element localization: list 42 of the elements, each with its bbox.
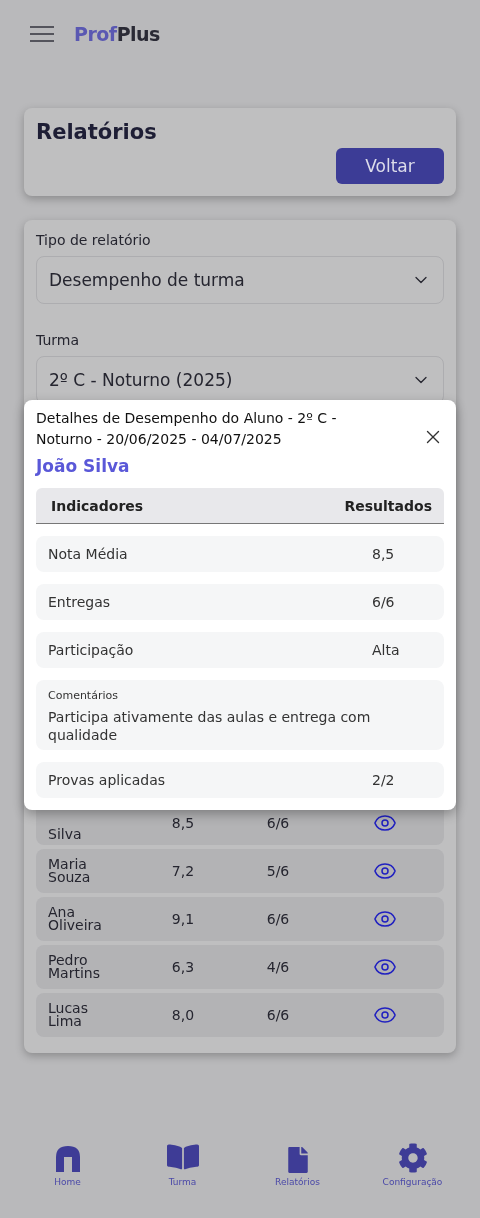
indicator-value: 2/2: [372, 772, 396, 788]
student-name: Silva: [48, 828, 83, 844]
student-name: Ana Oliveira: [48, 906, 103, 932]
grade-cell-text: 8,0: [170, 1007, 196, 1023]
gear-icon: [397, 1143, 428, 1173]
deliveries-cell-text: 4/6: [265, 959, 291, 975]
logo: ProfPlus: [74, 23, 160, 45]
grade-cell-text: 7,2: [170, 863, 196, 879]
indicator-value: 6/6: [372, 594, 396, 610]
student-name: João Silva: [36, 456, 131, 476]
comment-label: Comentários: [48, 689, 119, 702]
deliveries-cell-text: 6/6: [265, 1007, 291, 1023]
student-name: Maria Souza: [48, 858, 92, 884]
dialog-title: Detalhes de Desempenho do Aluno - 2º C - Noturno - 20/06/2025 - 04/07/2025: [36, 409, 338, 449]
deliveries-cell-text: 6/6: [265, 815, 291, 831]
indicator-label: Nota Média: [48, 546, 128, 562]
nav-item[interactable]: Configuração: [362, 1140, 463, 1188]
deliveries-cell-text: 5/6: [265, 863, 291, 879]
indicator-label: Entregas: [48, 594, 111, 610]
column-header: Indicadores: [51, 497, 144, 514]
indicator-label: Participação: [48, 642, 134, 658]
back-button[interactable]: Voltar: [336, 148, 444, 184]
menu-icon[interactable]: [30, 26, 54, 42]
student-name: Pedro Martins: [48, 954, 101, 980]
grade-cell-text: 6,3: [170, 959, 196, 975]
nav-item[interactable]: Relatórios: [247, 1140, 348, 1188]
comment-text: Participa ativamente das aulas e entrega com qualidade: [48, 708, 372, 744]
indicator-value: 8,5: [372, 546, 396, 562]
grade-cell-text: 9,1: [170, 911, 196, 927]
home-icon: [54, 1145, 81, 1173]
indicator-value: Alta: [372, 642, 401, 658]
student-name: Lucas Lima: [48, 1002, 89, 1028]
page-title: Relatórios: [36, 120, 158, 144]
grade-cell-text: 8,5: [170, 815, 196, 831]
column-header: Resultados: [344, 497, 432, 514]
select-field[interactable]: Desempenho de turma: [36, 256, 444, 304]
field-label: Turma: [36, 332, 81, 348]
field-label: Tipo de relatório: [36, 232, 152, 248]
nav-item[interactable]: Home: [17, 1140, 118, 1188]
nav-item[interactable]: Turma: [132, 1140, 233, 1188]
indicator-label: Provas aplicadas: [48, 772, 166, 788]
deliveries-cell-text: 6/6: [265, 911, 291, 927]
